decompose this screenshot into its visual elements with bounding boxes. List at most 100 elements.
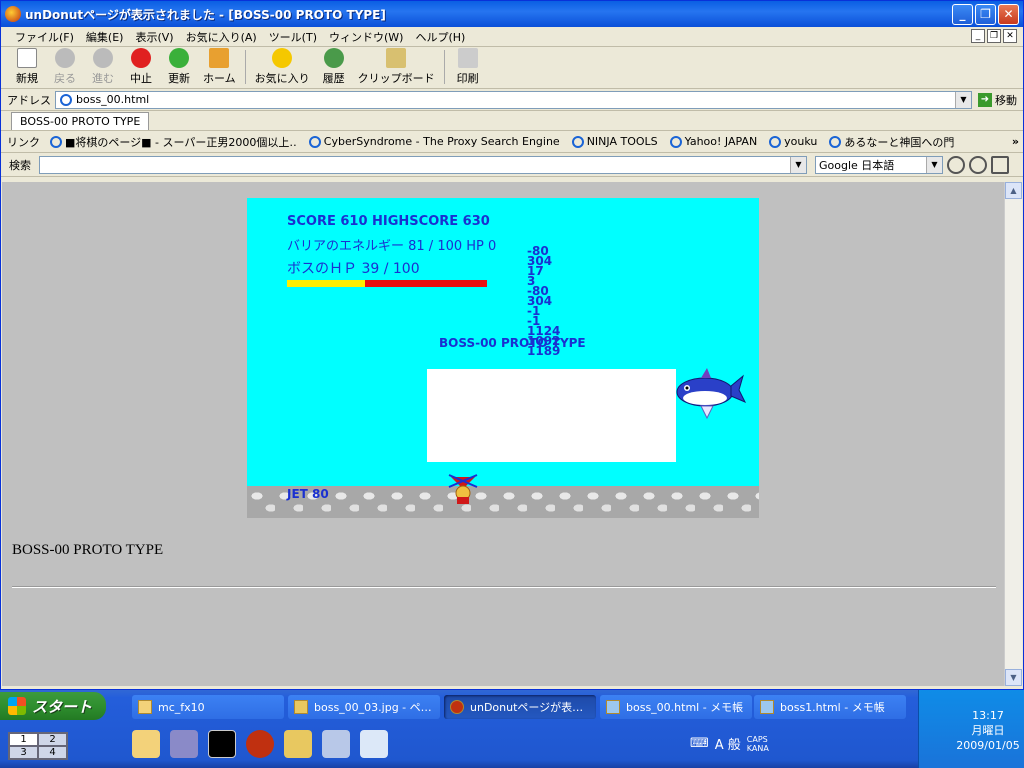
folder-icon[interactable] [132, 730, 160, 758]
links-overflow-icon[interactable]: » [1012, 135, 1019, 148]
search-dropdown-icon[interactable]: ▼ [790, 156, 806, 173]
back-label: 戻る [54, 72, 76, 85]
clock[interactable]: 13:17 月曜日 2009/01/05 [953, 708, 1023, 753]
stop-label: 中止 [130, 72, 152, 85]
print-button[interactable]: 印刷 [450, 48, 486, 88]
close-button[interactable]: ✕ [998, 3, 1019, 25]
menu-help[interactable]: ヘルプ(H) [409, 29, 471, 45]
menu-file[interactable]: ファイル(F) [9, 29, 80, 45]
task-notepad-boss00[interactable]: boss_00.html - メモ帳 [600, 695, 752, 719]
folder-icon [138, 700, 152, 714]
kana-label: KANA [746, 743, 769, 753]
calculator-icon[interactable] [322, 730, 350, 758]
system-tray: 13:17 月曜日 2009/01/05 [918, 690, 1024, 768]
start-button[interactable]: スタート [0, 692, 106, 720]
go-button[interactable]: ➜ 移動 [972, 92, 1023, 108]
undonut-icon [5, 6, 21, 22]
start-label: スタート [32, 697, 93, 716]
paint-icon[interactable] [284, 730, 312, 758]
page-icon [60, 93, 72, 106]
undonut-icon [450, 700, 464, 714]
search-bar: 検索 ▼ Google 日本語 ▼ [1, 153, 1023, 177]
search-input[interactable]: ▼ [39, 155, 807, 174]
forward-button[interactable]: 進む [85, 48, 121, 88]
highlight-pen-icon[interactable] [991, 155, 1009, 174]
link-arunaato[interactable]: あるなーと神国への門 [829, 134, 954, 150]
search-magnifier-icon[interactable] [947, 155, 965, 174]
tab-boss-00[interactable]: BOSS-00 PROTO TYPE [11, 112, 150, 130]
keyboard-icon[interactable]: ⌨ [690, 736, 709, 751]
menu-tools[interactable]: ツール(T) [263, 29, 323, 45]
favorites-button[interactable]: お気に入り [251, 48, 314, 88]
links-label: リンク [7, 135, 40, 149]
undonut-icon[interactable] [246, 730, 274, 758]
tool-icon[interactable] [170, 730, 198, 758]
quick-launch [132, 730, 388, 758]
restore-button[interactable]: ❐ [975, 3, 996, 25]
engine-dropdown-icon[interactable]: ▼ [926, 156, 942, 173]
link-label: Yahoo! JAPAN [684, 135, 758, 148]
link-youku[interactable]: youku [769, 135, 817, 148]
task-undonut[interactable]: unDonutページが表… [444, 695, 596, 719]
desktop-4[interactable]: 4 [38, 746, 67, 759]
address-dropdown-icon[interactable]: ▼ [955, 91, 971, 108]
minimize-button[interactable]: _ [952, 3, 973, 25]
boss-hp-bar-fill [287, 280, 365, 287]
search-label: 検索 [9, 158, 31, 172]
title-bar[interactable]: unDonutページが表示されました - [BOSS-00 PROTO TYPE… [1, 1, 1023, 27]
link-label: ■将棋のページ■ - スーパー正男2000個以上‥ [65, 135, 297, 149]
menu-window[interactable]: ウィンドウ(W) [323, 29, 409, 45]
home-button[interactable]: ホーム [199, 48, 240, 88]
ime-mode[interactable]: A 般 [715, 734, 741, 753]
page-content[interactable]: SCORE 610 HIGHSCORE 630 バリアのエネルギー 81 / 1… [2, 182, 1004, 686]
notepad-icon [606, 700, 620, 714]
link-shogi[interactable]: ■将棋のページ■ - スーパー正男2000個以上‥ [50, 134, 297, 150]
link-yahoo-japan[interactable]: Yahoo! JAPAN [669, 135, 758, 148]
back-button[interactable]: 戻る [47, 48, 83, 88]
app-icon[interactable] [360, 730, 388, 758]
taskbar: スタート mc_fx10 boss_00_03.jpg - ペ… unDonut… [0, 690, 1024, 768]
print-label: 印刷 [456, 72, 479, 85]
clock-time: 13:17 [972, 709, 1004, 722]
address-input[interactable]: boss_00.html ▼ [55, 90, 972, 109]
menu-edit[interactable]: 編集(E) [80, 29, 130, 45]
link-cybersyndrome[interactable]: CyberSyndrome - The Proxy Search Engine [308, 135, 560, 148]
task-notepad-boss1[interactable]: boss1.html - メモ帳 [754, 695, 906, 719]
go-label: 移動 [995, 93, 1017, 107]
link-ninja-tools[interactable]: NINJA TOOLS [571, 135, 658, 148]
command-prompt-icon[interactable] [208, 730, 236, 758]
task-paint[interactable]: boss_00_03.jpg - ペ… [288, 695, 440, 719]
history-button[interactable]: 履歴 [316, 48, 352, 88]
game-canvas[interactable]: SCORE 610 HIGHSCORE 630 バリアのエネルギー 81 / 1… [247, 198, 759, 518]
stop-button[interactable]: 中止 [123, 48, 159, 88]
mdi-minimize-button[interactable]: _ [971, 29, 985, 43]
vertical-scrollbar[interactable]: ▲ ▼ [1004, 182, 1022, 686]
task-mc-fx10[interactable]: mc_fx10 [132, 695, 284, 719]
new-label: 新規 [16, 72, 38, 85]
clipboard-button[interactable]: クリップボード [354, 48, 439, 88]
scroll-up-icon[interactable]: ▲ [1005, 182, 1022, 199]
menu-view[interactable]: 表示(V) [129, 29, 179, 45]
ie-page-icon [769, 135, 782, 148]
new-button[interactable]: 新規 [9, 48, 45, 88]
address-value: boss_00.html [76, 93, 150, 106]
mdi-close-button[interactable]: ✕ [1003, 29, 1017, 43]
jet-text: JET 80 [287, 487, 329, 501]
search-page-icon[interactable] [969, 155, 987, 174]
tab-bar: BOSS-00 PROTO TYPE [1, 111, 1023, 131]
address-label: アドレス [7, 93, 51, 107]
desktop-1[interactable]: 1 [9, 733, 38, 746]
desktop-2[interactable]: 2 [38, 733, 67, 746]
new-page-icon [17, 48, 37, 68]
boss-title-text: BOSS-00 PROTO TYPE [439, 336, 586, 350]
search-engine-select[interactable]: Google 日本語 ▼ [815, 155, 943, 174]
virtual-desktop-switcher[interactable]: 1 2 3 4 [8, 732, 68, 760]
menu-favorites[interactable]: お気に入り(A) [180, 29, 263, 45]
desktop-3[interactable]: 3 [9, 746, 38, 759]
mdi-restore-button[interactable]: ❐ [987, 29, 1001, 43]
whale-boss-sprite [676, 368, 747, 420]
refresh-button[interactable]: 更新 [161, 48, 197, 88]
task-label: mc_fx10 [158, 700, 205, 714]
task-label: boss1.html - メモ帳 [780, 701, 885, 714]
scroll-down-icon[interactable]: ▼ [1005, 669, 1022, 686]
